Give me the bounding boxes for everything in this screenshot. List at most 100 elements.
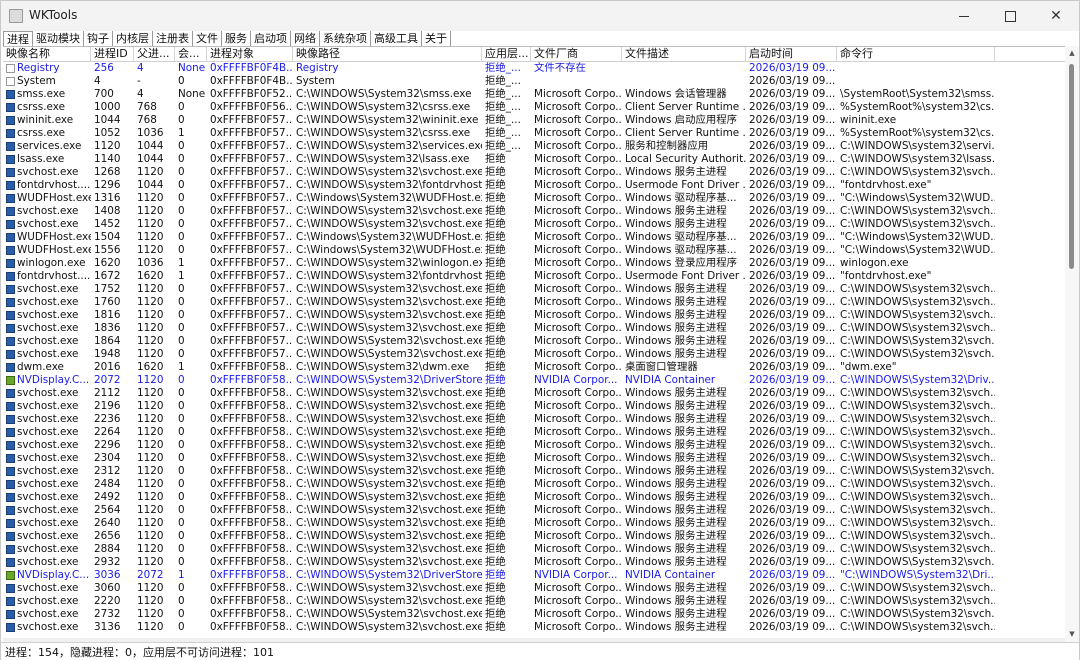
scrollbar-thumb[interactable] xyxy=(1069,64,1074,269)
table-row[interactable]: winlogon.exe 1620 1036 1 0xFFFFBF0F57... C:\W… xyxy=(3,257,1065,270)
col-pid-cell: 1752 xyxy=(94,283,121,295)
col-image-name-cell: svchost.exe xyxy=(17,595,79,607)
tab-process[interactable]: 进程 xyxy=(3,31,33,47)
table-row[interactable]: svchost.exe 1452 1120 0 0xFFFFBF0F57... C:\WI… xyxy=(3,218,1065,231)
title-bar: WKTools ✕ xyxy=(1,1,1079,31)
col-ppid-header[interactable]: 父进... xyxy=(134,47,175,61)
table-row[interactable]: svchost.exe 3136 1120 0 0xFFFFBF0F58... C:\WI… xyxy=(3,621,1065,634)
table-row[interactable]: System 4-0 0xFFFFBF0F4B... System 拒绝_... 2026… xyxy=(3,75,1065,88)
table-row[interactable]: svchost.exe 1760 1120 0 0xFFFFBF0F57... C:\WI… xyxy=(3,296,1065,309)
table-row[interactable]: WUDFHost.exe 1504 1120 0 0xFFFFBF0F57... C:\W… xyxy=(3,231,1065,244)
col-ppid-cell: 1120 xyxy=(137,517,164,529)
table-row[interactable]: csrss.exe 1052 1036 1 0xFFFFBF0F57... C:\WIND… xyxy=(3,127,1065,140)
col-vendor-cell: Microsoft Corpo... xyxy=(534,452,622,464)
col-vendor-cell: Microsoft Corpo... xyxy=(534,140,622,152)
table-row[interactable]: svchost.exe 2932 1120 0 0xFFFFBF0F58... C:\WI… xyxy=(3,556,1065,569)
table-row[interactable]: WUDFHost.exe 1316 1120 0 0xFFFFBF0F57... C:\W… xyxy=(3,192,1065,205)
table-row[interactable]: NVDisplay.C... 2072 1120 0 0xFFFFBF0F58... C:… xyxy=(3,374,1065,387)
table-row[interactable]: svchost.exe 1864 1120 0 0xFFFFBF0F57... C:\WI… xyxy=(3,335,1065,348)
tab-registry[interactable]: 注册表 xyxy=(153,31,193,46)
col-image-path-header[interactable]: 映像路径 xyxy=(293,47,482,61)
scroll-up-icon[interactable]: ▲ xyxy=(1068,49,1076,57)
col-ppid-cell: 1044 xyxy=(137,140,164,152)
table-row[interactable]: Registry 256 4 None 0xFFFFBF0F4B... Registry 拒… xyxy=(3,62,1065,75)
table-row[interactable]: svchost.exe 2304 1120 0 0xFFFFBF0F58... C:\WI… xyxy=(3,452,1065,465)
table-row[interactable]: svchost.exe 2312 1120 0 0xFFFFBF0F58... C:\WI… xyxy=(3,465,1065,478)
table-row[interactable]: svchost.exe 2656 1120 0 0xFFFFBF0F58... C:\WI… xyxy=(3,530,1065,543)
tab-hooks[interactable]: 钩子 xyxy=(84,31,113,46)
table-row[interactable]: svchost.exe 2296 1120 0 0xFFFFBF0F58... C:\WI… xyxy=(3,439,1065,452)
minimize-button[interactable] xyxy=(941,1,987,31)
col-process-object-cell: 0xFFFFBF0F57... xyxy=(210,140,293,152)
col-description-cell: NVIDIA Container xyxy=(625,374,716,386)
col-session-header[interactable]: 会... xyxy=(175,47,207,61)
table-row[interactable]: smss.exe 700 4 None 0xFFFFBF0F52... C:\WINDOW… xyxy=(3,88,1065,101)
col-pid-cell: 2932 xyxy=(94,556,121,568)
col-process-object-header[interactable]: 进程对象 xyxy=(207,47,293,61)
col-command-line-cell: C:\WINDOWS\system32\svch... xyxy=(840,205,995,217)
col-description-header[interactable]: 文件描述 xyxy=(622,47,746,61)
col-command-line-header[interactable]: 命令行 xyxy=(837,47,995,61)
col-start-time-header[interactable]: 启动时间 xyxy=(746,47,837,61)
col-description-cell: NVIDIA Container xyxy=(625,569,716,581)
table-row[interactable]: svchost.exe 2220 1120 0 0xFFFFBF0F58... C:\WI… xyxy=(3,595,1065,608)
table-row[interactable]: svchost.exe 1816 1120 0 0xFFFFBF0F57... C:\WI… xyxy=(3,309,1065,322)
col-pid-cell: 2236 xyxy=(94,413,121,425)
col-pid-cell: 1316 xyxy=(94,192,121,204)
col-image-name-cell: csrss.exe xyxy=(17,101,65,113)
table-row[interactable]: svchost.exe 1752 1120 0 0xFFFFBF0F57... C:\WI… xyxy=(3,283,1065,296)
col-ppid-cell: 1120 xyxy=(137,491,164,503)
table-row[interactable]: services.exe 1120 1044 0 0xFFFFBF0F57... C:\W… xyxy=(3,140,1065,153)
table-row[interactable]: svchost.exe 2196 1120 0 0xFFFFBF0F58... C:\WI… xyxy=(3,400,1065,413)
tab-network[interactable]: 网络 xyxy=(291,31,320,46)
tab-driver-modules[interactable]: 驱动模块 xyxy=(33,31,84,46)
tab-advanced-tools[interactable]: 高级工具 xyxy=(371,31,422,46)
col-session-cell: None xyxy=(178,88,206,100)
table-row[interactable]: csrss.exe 1000 768 0 0xFFFFBF0F56... C:\WINDO… xyxy=(3,101,1065,114)
maximize-button[interactable] xyxy=(987,1,1033,31)
col-image-name-header[interactable]: 映像名称 xyxy=(3,47,91,61)
col-command-line-cell: C:\WINDOWS\system32\svch... xyxy=(840,478,995,490)
col-session-cell: 1 xyxy=(178,257,185,269)
table-row[interactable]: svchost.exe 2640 1120 0 0xFFFFBF0F58... C:\WI… xyxy=(3,517,1065,530)
table-row[interactable]: WUDFHost.exe 1556 1120 0 0xFFFFBF0F57... C:\W… xyxy=(3,244,1065,257)
tab-startup[interactable]: 启动项 xyxy=(251,31,291,46)
table-row[interactable]: svchost.exe 2236 1120 0 0xFFFFBF0F58... C:\WI… xyxy=(3,413,1065,426)
table-row[interactable]: svchost.exe 1948 1120 0 0xFFFFBF0F57... C:\WI… xyxy=(3,348,1065,361)
table-row[interactable]: svchost.exe 2884 1120 0 0xFFFFBF0F58... C:\WI… xyxy=(3,543,1065,556)
table-row[interactable]: svchost.exe 2264 1120 0 0xFFFFBF0F58... C:\WI… xyxy=(3,426,1065,439)
table-row[interactable]: svchost.exe 1408 1120 0 0xFFFFBF0F57... C:\WI… xyxy=(3,205,1065,218)
table-row[interactable]: fontdrvhost.... 1296 1044 0 0xFFFFBF0F57... C… xyxy=(3,179,1065,192)
table-row[interactable]: svchost.exe 2112 1120 0 0xFFFFBF0F58... C:\WI… xyxy=(3,387,1065,400)
tab-files[interactable]: 文件 xyxy=(193,31,222,46)
table-row[interactable]: NVDisplay.C... 3036 2072 1 0xFFFFBF0F58... C:… xyxy=(3,569,1065,582)
table-row[interactable]: svchost.exe 2732 1120 0 0xFFFFBF0F58... C:\WI… xyxy=(3,608,1065,621)
table-row[interactable]: svchost.exe 2484 1120 0 0xFFFFBF0F58... C:\WI… xyxy=(3,478,1065,491)
col-image-path-cell: C:\WINDOWS\System32\smss.exe xyxy=(296,88,472,100)
col-ppid-cell: 1120 xyxy=(137,426,164,438)
table-row[interactable]: dwm.exe 2016 1620 1 0xFFFFBF0F58... C:\WINDOW… xyxy=(3,361,1065,374)
col-app-layer-header[interactable]: 应用层... xyxy=(482,47,531,61)
col-ppid-cell: 1120 xyxy=(137,244,164,256)
table-row[interactable]: fontdrvhost.... 1672 1620 1 0xFFFFBF0F57... C… xyxy=(3,270,1065,283)
col-start-time-cell: 2026/03/19 09... xyxy=(749,569,836,581)
scroll-down-icon[interactable]: ▼ xyxy=(1068,630,1076,638)
vertical-scrollbar[interactable]: ▲ ▼ xyxy=(1065,46,1079,642)
tab-kernel[interactable]: 内核层 xyxy=(113,31,153,46)
table-row[interactable]: svchost.exe 3060 1120 0 0xFFFFBF0F58... C:\WI… xyxy=(3,582,1065,595)
table-row[interactable]: wininit.exe 1044 768 0 0xFFFFBF0F57... C:\WIN… xyxy=(3,114,1065,127)
tab-system-misc[interactable]: 系统杂项 xyxy=(320,31,371,46)
col-app-layer-cell: 拒绝 xyxy=(485,452,506,464)
table-row[interactable]: lsass.exe 1140 1044 0 0xFFFFBF0F57... C:\WIND… xyxy=(3,153,1065,166)
table-row[interactable]: svchost.exe 1268 1120 0 0xFFFFBF0F57... C:\WI… xyxy=(3,166,1065,179)
table-row[interactable]: svchost.exe 2492 1120 0 0xFFFFBF0F58... C:\WI… xyxy=(3,491,1065,504)
tab-about[interactable]: 关于 xyxy=(422,31,451,46)
table-row[interactable]: svchost.exe 2564 1120 0 0xFFFFBF0F58... C:\WI… xyxy=(3,504,1065,517)
tab-services[interactable]: 服务 xyxy=(222,31,251,46)
col-pid-header[interactable]: 进程ID xyxy=(91,47,134,61)
close-button[interactable]: ✕ xyxy=(1033,1,1079,31)
col-vendor-header[interactable]: 文件厂商 xyxy=(531,47,622,61)
col-description-cell: Client Server Runtime ... xyxy=(625,127,746,139)
col-start-time-cell: 2026/03/19 09... xyxy=(749,361,836,373)
table-row[interactable]: svchost.exe 1836 1120 0 0xFFFFBF0F57... C:\WI… xyxy=(3,322,1065,335)
